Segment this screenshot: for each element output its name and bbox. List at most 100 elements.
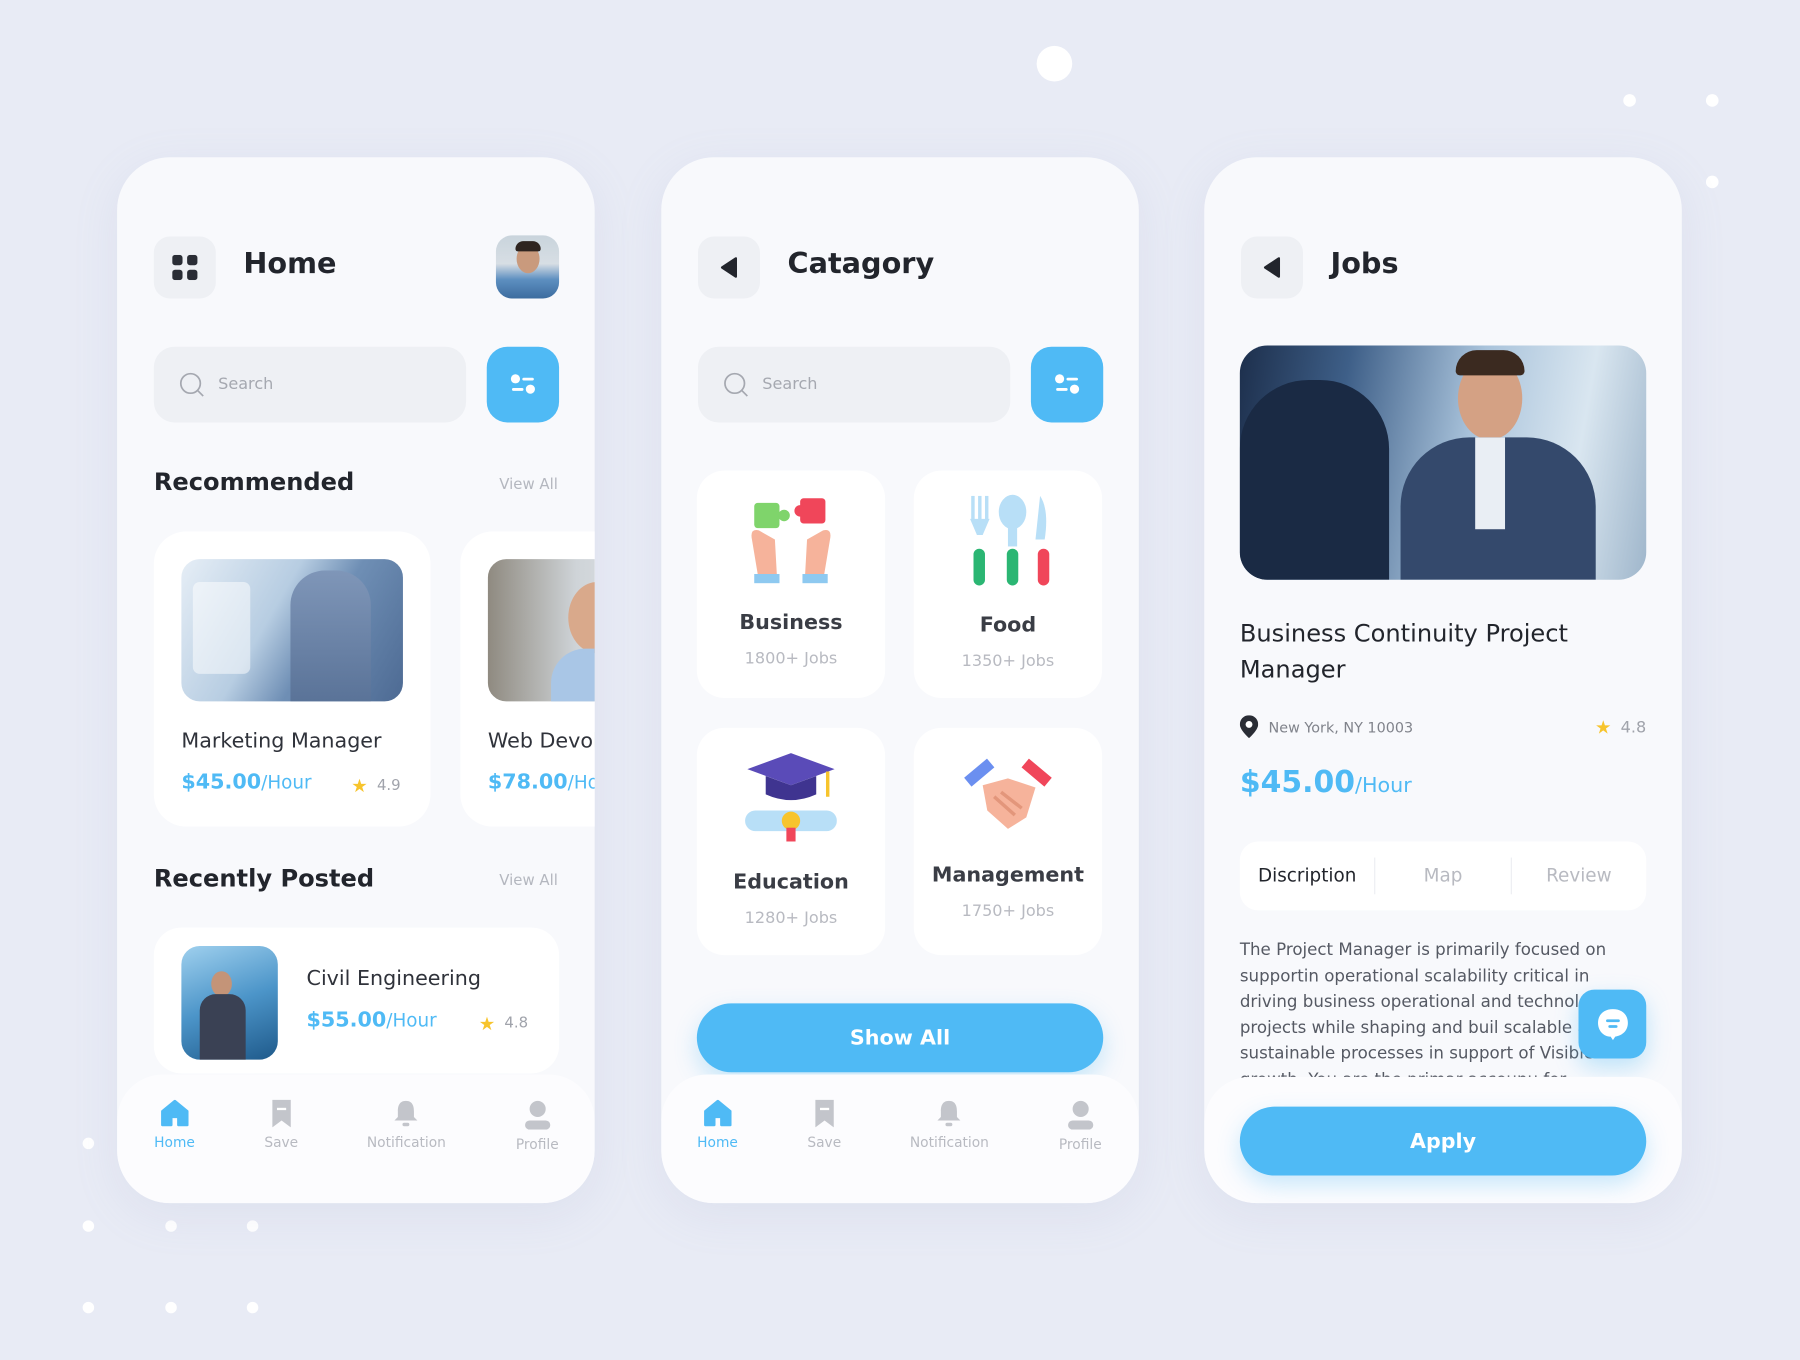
search-icon (179, 372, 204, 397)
nav-home[interactable]: Home (697, 1099, 738, 1150)
search-input[interactable] (762, 375, 969, 394)
filter-icon (1054, 374, 1079, 394)
bottom-nav: Home Save Notification Profile (117, 1074, 595, 1204)
star-icon: ★ (1595, 716, 1612, 739)
job-hero-image (1239, 345, 1647, 580)
category-food[interactable]: Food 1350+ Jobs (913, 470, 1103, 698)
search-bar[interactable] (697, 346, 1011, 423)
recommended-view-all[interactable]: View All (499, 476, 558, 493)
tab-map[interactable]: Map (1374, 857, 1511, 895)
decor-dot (1705, 94, 1719, 107)
back-icon (720, 257, 738, 278)
filter-icon (510, 374, 535, 394)
decor-dot (82, 1220, 95, 1232)
tab-description[interactable]: Discription (1240, 858, 1375, 895)
decor-dot (165, 1220, 177, 1232)
back-button[interactable] (1240, 236, 1303, 299)
bottom-nav: Home Save Notification Profile (661, 1074, 1139, 1204)
search-bar[interactable] (153, 346, 467, 423)
category-count: 1800+ Jobs (744, 649, 838, 669)
decor-dot (1036, 45, 1073, 82)
location-pin-icon (1239, 715, 1259, 739)
decor-dot (1705, 175, 1719, 189)
job-location: New York, NY 10003 (1239, 715, 1413, 739)
nav-save[interactable]: Save (807, 1099, 841, 1150)
handshake-icon (964, 758, 1052, 829)
page-title: Jobs (1330, 246, 1399, 281)
decor-dot (1623, 94, 1636, 107)
tab-review[interactable]: Review (1510, 857, 1646, 895)
user-icon (1067, 1100, 1093, 1130)
page-title: Home (243, 246, 337, 281)
star-icon: ★ (351, 774, 368, 797)
home-icon (703, 1099, 732, 1127)
category-screen: Catagory Business 1800+ Jobs Food 1350+ … (661, 157, 1139, 1204)
category-count: 1350+ Jobs (961, 652, 1055, 671)
recommended-heading: Recommended (153, 468, 355, 496)
puzzle-hands-icon (751, 498, 831, 584)
job-image (181, 945, 278, 1060)
decor-dot (82, 1301, 95, 1314)
show-all-button[interactable]: Show All (696, 1003, 1104, 1073)
nav-notification[interactable]: Notification (367, 1100, 446, 1150)
back-button[interactable] (697, 236, 760, 299)
nav-home[interactable]: Home (154, 1099, 195, 1150)
grid-icon (172, 254, 198, 281)
category-count: 1280+ Jobs (744, 909, 838, 928)
category-name: Food (979, 613, 1037, 638)
job-title: Marketing Manager (181, 728, 382, 754)
apply-button[interactable]: Apply (1239, 1106, 1647, 1176)
filter-button[interactable] (486, 346, 560, 423)
star-icon: ★ (478, 1012, 496, 1035)
bell-icon (394, 1100, 418, 1127)
chat-icon (1597, 1009, 1628, 1041)
bookmark-icon (272, 1099, 291, 1128)
recent-view-all[interactable]: View All (499, 872, 558, 889)
job-price: $78.00/Hour (487, 770, 595, 795)
nav-notification[interactable]: Notification (910, 1100, 989, 1150)
chat-button[interactable] (1578, 989, 1647, 1059)
nav-profile[interactable]: Profile (1059, 1100, 1102, 1153)
avatar[interactable] (495, 235, 560, 299)
graduation-cap-icon (745, 753, 837, 842)
home-icon (160, 1099, 189, 1127)
decor-dot (82, 1137, 95, 1150)
job-price: $45.00/Hour (181, 770, 312, 795)
job-title: Business Continuity Project Manager (1239, 619, 1568, 684)
search-input[interactable] (218, 375, 425, 394)
category-name: Management (931, 863, 1084, 888)
recent-job-card[interactable]: Civil Engineering $55.00/Hour ★ 4.8 (153, 927, 560, 1074)
job-rating: ★ 4.9 (351, 774, 401, 797)
job-rating: ★ 4.8 (1595, 716, 1647, 739)
nav-profile[interactable]: Profile (516, 1100, 559, 1153)
job-tabs: Discription Map Review (1239, 841, 1647, 911)
category-education[interactable]: Education 1280+ Jobs (696, 727, 886, 956)
menu-button[interactable] (153, 236, 216, 299)
cutlery-icon (970, 494, 1050, 586)
category-name: Education (733, 870, 849, 895)
bell-icon (937, 1100, 961, 1127)
decor-dot (165, 1301, 177, 1314)
job-image (181, 559, 403, 702)
category-name: Business (739, 610, 843, 635)
job-rating: ★ 4.8 (478, 1012, 529, 1035)
category-management[interactable]: Management 1750+ Jobs (913, 727, 1103, 956)
page-title: Catagory (787, 246, 935, 281)
jobs-screen: Jobs Business Continuity Project Manager… (1204, 157, 1682, 1204)
back-icon (1263, 257, 1281, 278)
recently-posted-heading: Recently Posted (153, 864, 375, 892)
decor-dot (246, 1220, 259, 1232)
category-business[interactable]: Business 1800+ Jobs (696, 470, 886, 698)
job-card[interactable]: Marketing Manager $45.00/Hour ★ 4.9 (153, 531, 431, 827)
category-count: 1750+ Jobs (961, 902, 1055, 921)
decor-dot (246, 1301, 259, 1314)
user-icon (524, 1100, 550, 1130)
search-icon (724, 372, 748, 397)
bookmark-icon (815, 1099, 834, 1128)
filter-button[interactable] (1030, 346, 1104, 423)
job-price: $45.00/Hour (1239, 765, 1412, 801)
home-screen: Home Recommended View All Marketing Mana… (117, 157, 595, 1204)
job-title: Civil Engineering (306, 966, 481, 991)
job-card[interactable]: Web Devoloper $78.00/Hour (460, 531, 595, 827)
nav-save[interactable]: Save (264, 1099, 298, 1150)
